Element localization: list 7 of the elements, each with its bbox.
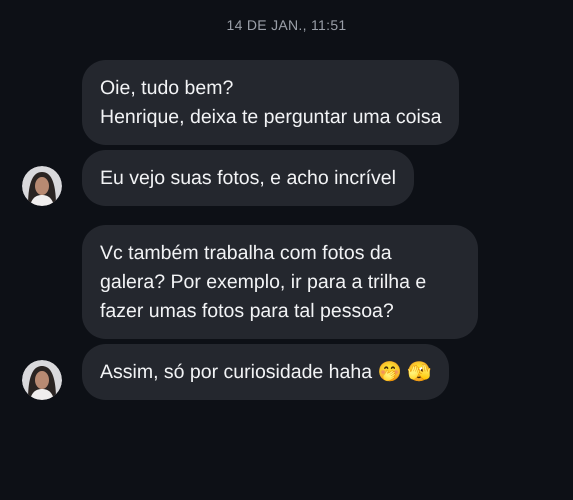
message-bubble: Assim, só por curiosidade haha 🤭 🫣 <box>82 344 449 400</box>
timestamp: 14 DE JAN., 11:51 <box>226 17 346 33</box>
avatar <box>22 166 62 206</box>
message-bubble: Eu vejo suas fotos, e acho incrível <box>82 150 414 206</box>
message-bubble: Oie, tudo bem? Henrique, deixa te perguntar uma coisa <box>82 60 460 145</box>
message-bubble: Vc também trabalha com fotos da galera? Por exemplo, ir para a trilha e fazer umas fotos para tal pessoa? <box>82 225 478 339</box>
avatar <box>22 360 62 400</box>
